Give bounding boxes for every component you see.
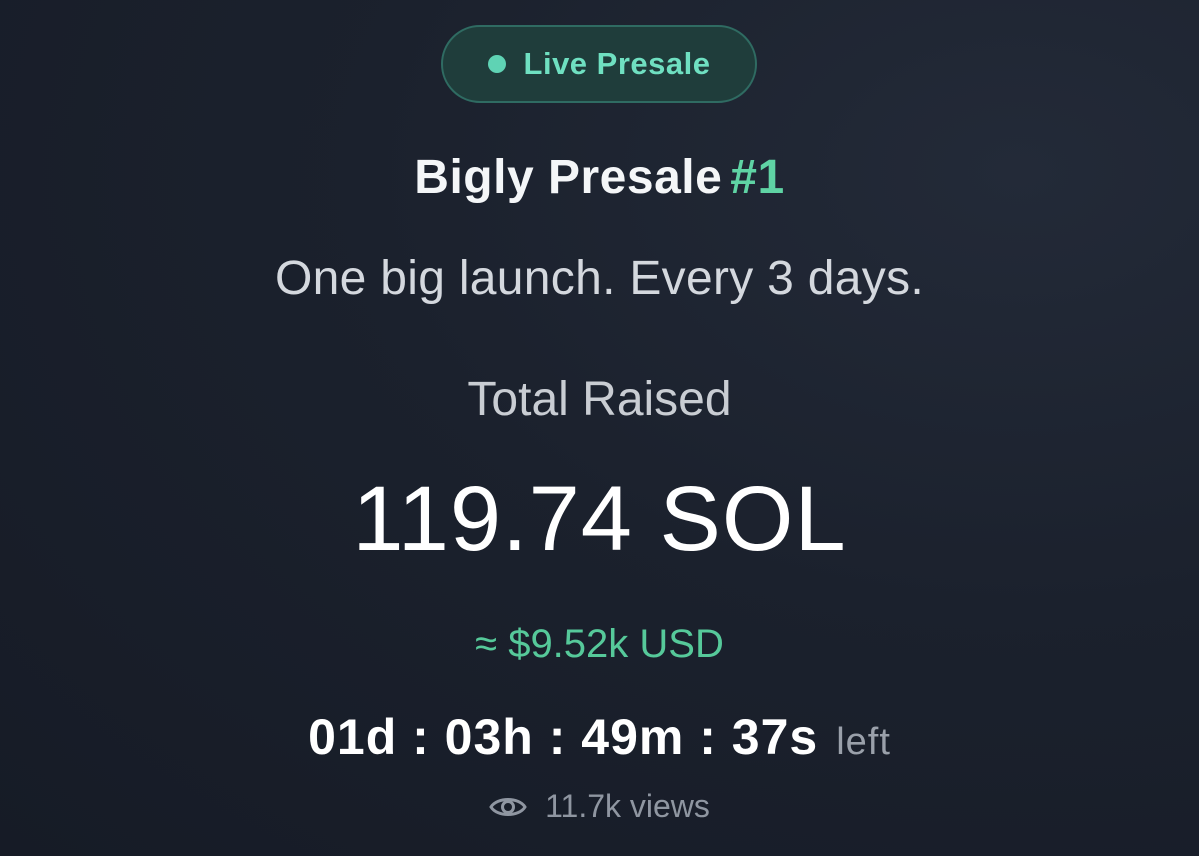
countdown-timer: 01d : 03h : 49m : 37s left	[0, 708, 1199, 766]
presale-title-text: Bigly Presale	[414, 151, 723, 204]
total-raised-label: Total Raised	[467, 373, 732, 426]
live-presale-badge: Live Presale	[441, 25, 757, 103]
usd-equivalent: ≈ $9.52k USD	[475, 622, 724, 666]
presale-card: Live Presale Bigly Presale #1 One big lau…	[0, 0, 1199, 856]
presale-number: #1	[730, 151, 785, 204]
views-label: 11.7k views	[545, 788, 710, 824]
countdown-suffix: left	[836, 721, 891, 763]
live-status-dot	[487, 55, 506, 73]
countdown-time: 01d : 03h : 49m : 37s	[308, 709, 819, 765]
presale-tagline: One big launch. Every 3 days.	[274, 252, 925, 305]
views-counter: 11.7k views	[0, 788, 1199, 825]
total-raised-value: 119.74 SOL	[352, 468, 847, 570]
badge-label: Live Presale	[523, 46, 711, 81]
presale-title: Bigly Presale #1	[0, 150, 1199, 205]
eye-icon	[489, 797, 527, 816]
